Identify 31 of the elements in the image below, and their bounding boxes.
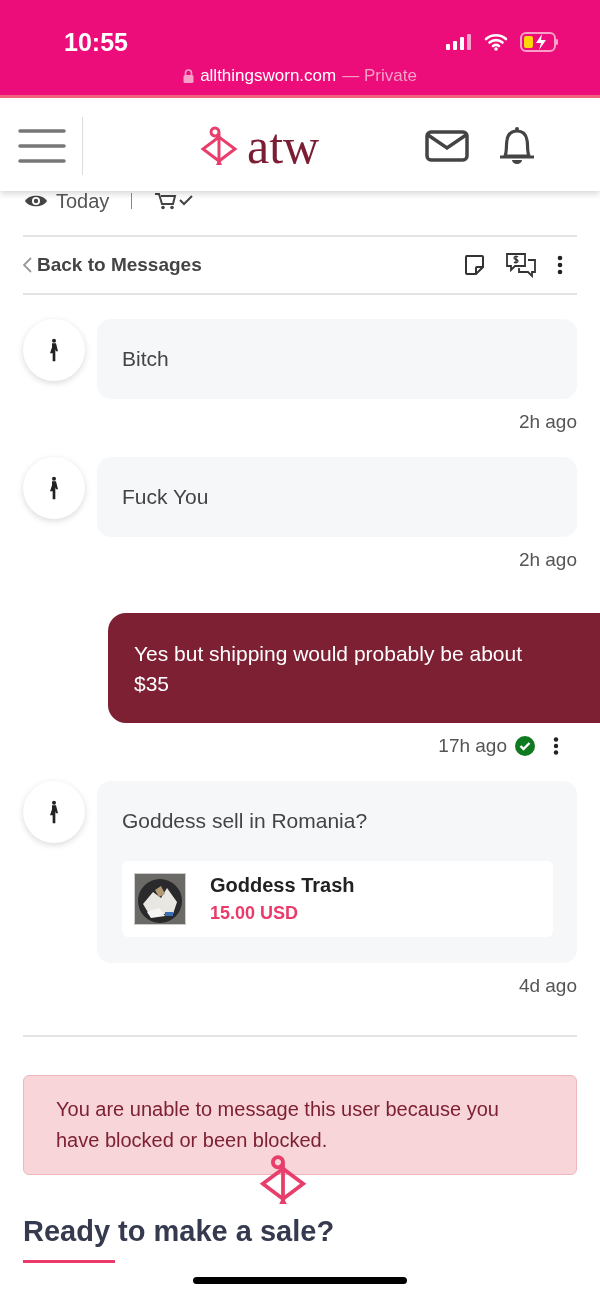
timestamp: 4d ago [518,975,577,997]
timestamp: 17h ago [438,735,507,757]
message-text: Yes but shipping would probably be about $35 [134,641,524,697]
menu-icon[interactable] [18,128,66,164]
logo-text[interactable]: atw [247,121,320,171]
browsing-mode: — Private [342,66,417,86]
back-link[interactable]: Back to Messages [23,254,202,276]
lock-icon [183,69,195,83]
message-text: Bitch [122,346,170,372]
timestamp: 2h ago [518,411,577,433]
wifi-icon [484,33,508,51]
chevron-left-icon [23,257,32,273]
clock: 10:55 [64,27,128,57]
product-card[interactable]: Goddess Trash 15.00 USD [122,861,553,937]
price-chat-icon[interactable] [505,252,537,278]
section-heading: Ready to make a sale? [23,1215,335,1248]
more-options-icon[interactable] [553,737,559,755]
signal-icon [446,34,472,50]
message-text: Fuck You [122,484,210,510]
views-text: Today [56,189,110,213]
url-text: allthingsworn.com [200,66,337,86]
product-price: 15.00 USD [210,903,300,924]
timestamp: 2h ago [518,549,577,571]
eye-icon [24,193,48,209]
message-text: Goddess sell in Romania? [122,808,369,834]
product-title[interactable]: Goddess Trash [210,874,355,897]
note-icon[interactable] [463,254,485,276]
battery-icon [520,32,560,52]
more-options-icon[interactable] [557,255,563,275]
blocked-alert: You are unable to message this user because you have blocked or been blocked. [23,1075,577,1175]
mail-icon[interactable] [425,130,470,162]
